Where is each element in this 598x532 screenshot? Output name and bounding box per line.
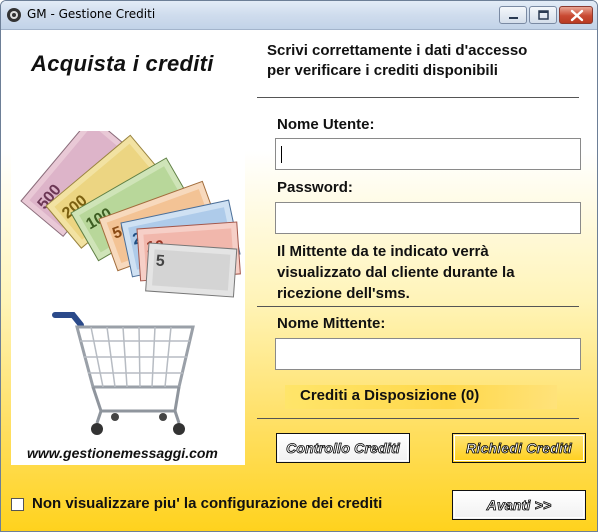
window-title: GM - Gestione Crediti [27, 7, 156, 21]
text-caret [281, 146, 282, 163]
request-credits-button[interactable]: Richiedi Crediti [452, 433, 586, 463]
notice-line-3: ricezione dell'sms. [277, 285, 410, 302]
heading-line-1: Scrivi correttamente i dati d'accesso [267, 42, 528, 59]
minimize-icon [509, 17, 518, 19]
shopping-cart-icon [52, 312, 195, 435]
notice-line-1: Il Mittente da te indicato verrà [277, 243, 489, 260]
divider [257, 97, 579, 98]
hide-config-label: Non visualizzare piu' la configurazione … [32, 495, 383, 512]
sender-input[interactable] [275, 338, 581, 370]
divider [257, 418, 579, 419]
close-icon [570, 9, 584, 22]
close-button[interactable] [559, 6, 593, 24]
check-credits-button[interactable]: Controllo Crediti [276, 433, 410, 463]
password-input[interactable] [275, 202, 581, 234]
credits-display: Crediti a Disposizione (0) [285, 385, 557, 409]
sender-notice: Il Mittente da te indicato verrà visuali… [277, 241, 577, 304]
form-heading: Scrivi correttamente i dati d'accesso pe… [267, 41, 527, 81]
app-window: GM - Gestione Crediti Acquista i crediti [0, 0, 598, 532]
hide-config-checkbox[interactable] [11, 498, 24, 511]
banknote-5: 5 [155, 253, 165, 271]
maximize-icon [538, 10, 549, 20]
password-label: Password: [277, 179, 353, 196]
next-button[interactable]: Avanti >> [452, 490, 586, 520]
sender-label: Nome Mittente: [277, 315, 386, 332]
maximize-button[interactable] [529, 6, 557, 24]
divider [257, 306, 579, 307]
promo-panel: Acquista i crediti 500 200 100 [11, 35, 245, 465]
minimize-button[interactable] [499, 6, 527, 24]
heading-line-2: per verificare i crediti disponibili [267, 62, 498, 79]
credits-text: Crediti a Disposizione (0) [300, 387, 480, 404]
title-bar[interactable]: GM - Gestione Crediti [1, 1, 597, 30]
website-link[interactable]: www.gestionemessaggi.com [27, 445, 218, 461]
app-icon [7, 8, 21, 22]
username-label: Nome Utente: [277, 116, 375, 133]
euro-banknotes-image: 500 200 100 50 [20, 131, 241, 298]
notice-line-2: visualizzato dal cliente durante la [277, 264, 515, 281]
username-input[interactable] [275, 138, 581, 170]
promo-title: Acquista i crediti [31, 51, 214, 76]
